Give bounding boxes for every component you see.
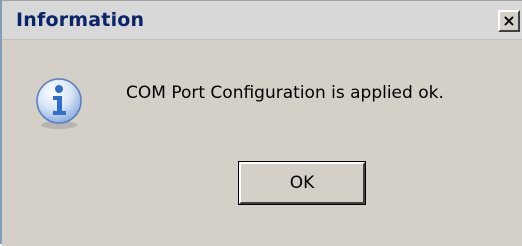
title-bar[interactable]: Information × — [2, 1, 522, 39]
dialog-message: COM Port Configuration is applied ok. — [126, 83, 444, 103]
information-dialog: Information × COM Port Configuration is … — [0, 0, 522, 246]
close-button[interactable]: × — [498, 10, 520, 32]
dialog-body: COM Port Configuration is applied ok. OK — [2, 39, 522, 246]
close-icon: × — [502, 11, 516, 30]
information-icon — [36, 78, 82, 129]
ok-button[interactable]: OK — [238, 161, 366, 205]
window-title: Information — [16, 9, 145, 31]
